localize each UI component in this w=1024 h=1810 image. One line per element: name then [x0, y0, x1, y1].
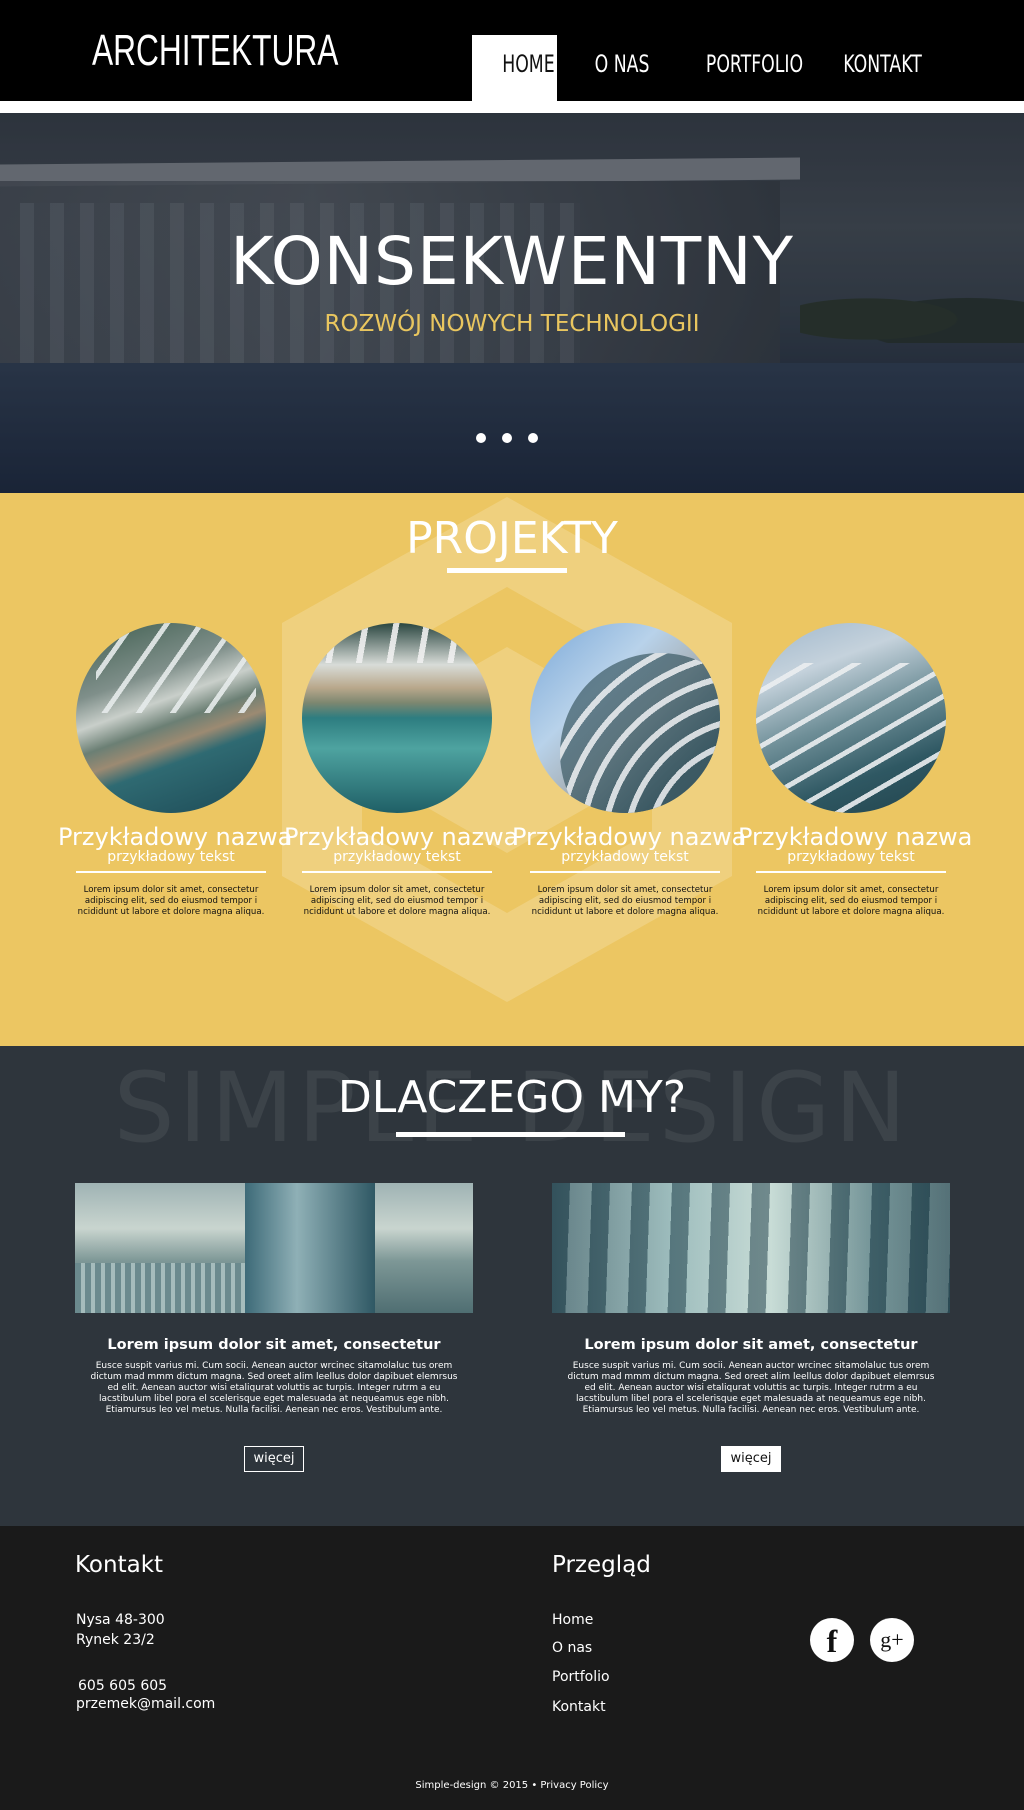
slider-dots [476, 433, 538, 443]
project-card-4[interactable]: Przykładowy nazwa przykładowy tekst Lore… [738, 623, 973, 918]
main-nav: HOME O NAS PORTFOLIO KONTAKT [472, 35, 957, 101]
footer-address-line2: Rynek 23/2 [76, 1632, 155, 1648]
project-card-1[interactable]: Przykładowy nazwa przykładowy tekst Lore… [58, 623, 293, 918]
header-divider [0, 101, 1024, 113]
nav-kontakt[interactable]: KONTAKT [809, 35, 957, 101]
footer-link-home[interactable]: Home [552, 1612, 593, 1628]
why-image-1-city [75, 1263, 245, 1313]
project-image-3[interactable] [530, 623, 720, 813]
project-description: Lorem ipsum dolor sit amet, consectetur … [757, 885, 945, 917]
nav-o-nas[interactable]: O NAS [557, 35, 687, 101]
project-image-1-structure [96, 623, 256, 713]
project-card-2[interactable]: Przykładowy nazwa przykładowy tekst Lore… [284, 623, 519, 918]
more-button[interactable]: więcej [244, 1446, 304, 1472]
slider-dot-3[interactable] [528, 433, 538, 443]
footer-contact-title: Kontakt [75, 1552, 164, 1578]
project-name: Przykładowy nazwa [58, 823, 293, 851]
project-divider [302, 871, 492, 873]
hero-slider: KONSEKWENTNY ROZWÓJ NOWYCH TECHNOLOGII [0, 113, 1024, 493]
project-description: Lorem ipsum dolor sit amet, consectetur … [531, 885, 719, 917]
hero-subtitle: ROZWÓJ NOWYCH TECHNOLOGII [324, 311, 700, 337]
more-button[interactable]: więcej [721, 1446, 781, 1472]
project-description: Lorem ipsum dolor sit amet, consectetur … [77, 885, 265, 917]
why-us-section: SIMPLE DESIGN DLACZEGO MY? Lorem ipsum d… [0, 1046, 1024, 1526]
why-us-title: DLACZEGO MY? [337, 1072, 687, 1123]
why-heading: Lorem ipsum dolor sit amet, consectetur [107, 1337, 441, 1353]
nav-kontakt-label: KONTAKT [843, 50, 923, 78]
projects-title: PROJEKTY [406, 513, 618, 564]
brand-logo[interactable]: ARCHITEKTURA [92, 26, 338, 76]
project-image-4-structure [756, 663, 946, 813]
site-header: ARCHITEKTURA HOME O NAS PORTFOLIO KONTAK… [0, 0, 1024, 101]
project-subtitle: przykładowy tekst [107, 849, 235, 865]
projects-section: PROJEKTY Przykładowy nazwa przykładowy t… [0, 493, 1024, 1046]
project-subtitle: przykładowy tekst [561, 849, 689, 865]
footer-phone: 605 605 605 [78, 1678, 168, 1694]
nav-portfolio-label: PORTFOLIO [705, 50, 804, 78]
site-footer: Kontakt Nysa 48-300 Rynek 23/2 605 605 6… [0, 1526, 1024, 1810]
why-text: Eusce suspit varius mi. Cum socii. Aenea… [567, 1361, 935, 1415]
facebook-icon[interactable]: f [810, 1618, 854, 1662]
why-card-2: Lorem ipsum dolor sit amet, consectetur … [552, 1183, 950, 1472]
footer-overview-title: Przegląd [552, 1552, 651, 1578]
why-us-title-underline [396, 1132, 625, 1137]
project-divider [76, 871, 266, 873]
footer-email[interactable]: przemek@mail.com [76, 1694, 215, 1714]
nav-portfolio[interactable]: PORTFOLIO [687, 35, 809, 101]
project-image-1[interactable] [76, 623, 266, 813]
why-image-2 [552, 1183, 950, 1313]
nav-home-label: HOME [502, 50, 555, 78]
projects-title-underline [447, 568, 567, 573]
project-image-3-structure [560, 653, 720, 813]
why-image-1 [75, 1183, 473, 1313]
why-text: Eusce suspit varius mi. Cum socii. Aenea… [90, 1361, 458, 1415]
nav-home[interactable]: HOME [472, 35, 557, 101]
project-description: Lorem ipsum dolor sit amet, consectetur … [303, 885, 491, 917]
footer-link-o-nas[interactable]: O nas [552, 1640, 592, 1656]
project-image-4[interactable] [756, 623, 946, 813]
hero-title: KONSEKWENTNY [230, 223, 794, 300]
why-image-1-tower [245, 1183, 375, 1313]
project-divider [756, 871, 946, 873]
why-card-1: Lorem ipsum dolor sit amet, consectetur … [75, 1183, 473, 1472]
why-image-2-towers [552, 1183, 950, 1313]
project-subtitle: przykładowy tekst [333, 849, 461, 865]
why-heading: Lorem ipsum dolor sit amet, consectetur [584, 1337, 918, 1353]
nav-o-nas-label: O NAS [594, 50, 650, 78]
footer-address-line1: Nysa 48-300 [76, 1612, 165, 1628]
project-image-2-structure [302, 623, 492, 663]
project-card-3[interactable]: Przykładowy nazwa przykładowy tekst Lore… [512, 623, 747, 918]
project-divider [530, 871, 720, 873]
footer-link-portfolio[interactable]: Portfolio [552, 1669, 610, 1685]
google-plus-icon[interactable]: g+ [870, 1618, 914, 1662]
project-image-2[interactable] [302, 623, 492, 813]
project-name: Przykładowy nazwa [284, 823, 519, 851]
copyright-text: Simple-design © 2015 • Privacy Policy [415, 1780, 609, 1791]
slider-dot-1[interactable] [476, 433, 486, 443]
project-name: Przykładowy nazwa [512, 823, 747, 851]
project-subtitle: przykładowy tekst [787, 849, 915, 865]
footer-link-kontakt[interactable]: Kontakt [552, 1699, 606, 1715]
project-name: Przykładowy nazwa [738, 823, 973, 851]
slider-dot-2[interactable] [502, 433, 512, 443]
